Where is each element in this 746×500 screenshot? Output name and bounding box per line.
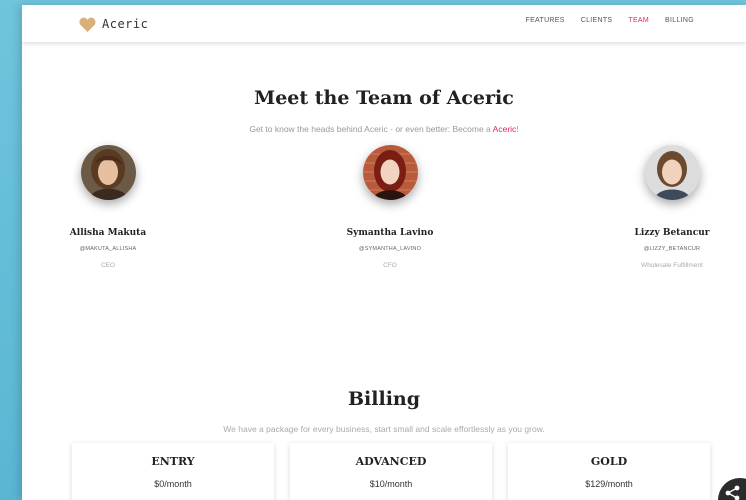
billing-subtitle: We have a package for every business, st…: [223, 424, 545, 434]
avatar: [80, 145, 136, 200]
billing-title: Billing: [347, 388, 421, 410]
member-handle[interactable]: @MAKUTA_ALLISHA: [53, 246, 163, 252]
member-name: Symantha Lavino: [346, 228, 434, 238]
brand-logo[interactable]: Aceric: [79, 13, 148, 35]
member-photo: [362, 145, 418, 200]
plan-price: $129/month: [585, 479, 633, 489]
nav-links: FEATURES CLIENTS TEAM BILLING: [526, 17, 695, 24]
nav-billing[interactable]: BILLING: [665, 17, 694, 24]
team-member-card: Allisha Makuta @MAKUTA_ALLISHA CEO: [53, 145, 163, 269]
plan-name: ENTRY: [151, 455, 195, 468]
team-title: Meet the Team of Aceric: [254, 87, 514, 109]
plan-price: $0/month: [154, 479, 192, 489]
avatar: [362, 145, 418, 200]
plan-card-entry[interactable]: ENTRY $0/month: [72, 443, 274, 500]
avatar: [644, 145, 700, 200]
top-navbar: Aceric FEATURES CLIENTS TEAM BILLING: [22, 5, 746, 42]
member-role: CEO: [100, 262, 116, 269]
member-role: Wholesale Fulfillment: [641, 262, 703, 269]
brand-name: Aceric: [102, 17, 149, 31]
nav-team[interactable]: TEAM: [628, 17, 649, 24]
team-subtitle-text: Get to know the heads behind Aceric - or…: [249, 124, 493, 134]
member-photo: [80, 145, 136, 200]
team-subtitle-suffix: !: [516, 124, 519, 134]
member-handle[interactable]: @LIZZY_BETANCUR: [617, 246, 727, 252]
nav-features[interactable]: FEATURES: [526, 17, 565, 24]
member-name: Lizzy Betancur: [634, 228, 710, 238]
team-subtitle: Get to know the heads behind Aceric - or…: [22, 124, 746, 134]
member-handle[interactable]: @SYMANTHA_LAVINO: [335, 246, 445, 252]
plan-card-advanced[interactable]: ADVANCED $10/month: [290, 443, 492, 500]
plan-card-gold[interactable]: GOLD $129/month: [508, 443, 710, 500]
plan-price: $10/month: [369, 479, 413, 489]
team-member-card: Symantha Lavino @SYMANTHA_LAVINO CFO: [335, 145, 445, 269]
plan-name: ADVANCED: [355, 455, 427, 468]
heart-icon: [79, 17, 96, 32]
member-photo: [644, 145, 700, 200]
member-role: CFO: [383, 262, 397, 269]
become-aceric-link[interactable]: Aceric: [493, 124, 517, 134]
plan-name: GOLD: [590, 455, 628, 468]
share-icon: [725, 485, 740, 500]
page-content: Aceric FEATURES CLIENTS TEAM BILLING Mee…: [22, 5, 746, 500]
nav-clients[interactable]: CLIENTS: [581, 17, 613, 24]
member-name: Allisha Makuta: [69, 228, 147, 238]
team-member-card: Lizzy Betancur @LIZZY_BETANCUR Wholesale…: [617, 145, 727, 269]
